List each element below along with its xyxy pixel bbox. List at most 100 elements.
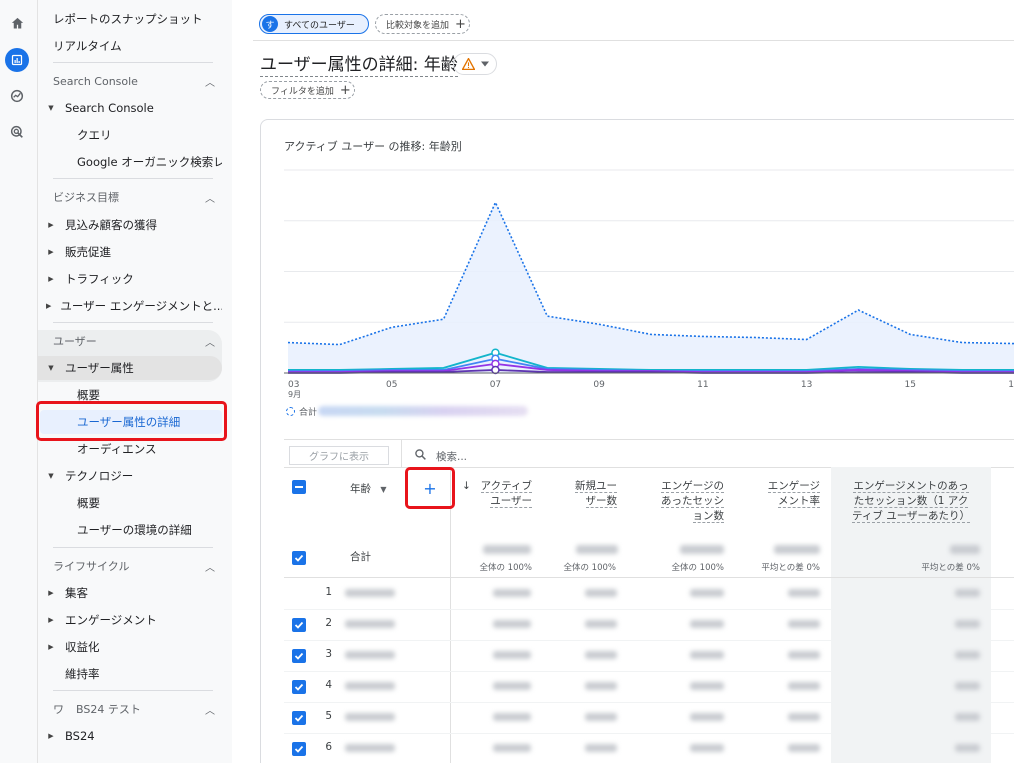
blurred-cell-value [788, 713, 820, 721]
nav-section-title: BS24 テスト [76, 703, 141, 716]
col-header-active-users[interactable]: ↓ アクティブ ユーザー [462, 479, 532, 509]
x-tick-label: 05 [386, 380, 397, 390]
blurred-cell-value [493, 620, 531, 628]
legend-blurred-entries [318, 406, 528, 416]
nav-item-tech-overview[interactable]: 概要 [38, 491, 222, 515]
dimension-header-label: 年齢 [350, 483, 371, 495]
blurred-cell-value [493, 589, 531, 597]
x-tick-label: 07 [490, 380, 501, 390]
app-root: レポートのスナップショット リアルタイム Search Console ︿ ▼ Se… [0, 0, 1014, 763]
nav-label: エンゲージメント [65, 613, 157, 627]
nav-item-traffic[interactable]: ▶ トラフィック [38, 267, 222, 291]
nav-section-title-wrap: ワ BS24 テスト [53, 701, 141, 717]
nav-item-search-console[interactable]: ▼ Search Console [38, 96, 222, 120]
total-row-checkbox[interactable] [292, 551, 306, 565]
nav-item-retention[interactable]: 維持率 [38, 662, 222, 686]
nav-section-lifecycle[interactable]: ライフサイクル ︿ [53, 555, 215, 577]
row-checkbox[interactable] [292, 618, 306, 632]
row-checkbox[interactable] [292, 680, 306, 694]
data-quality-button[interactable] [453, 53, 497, 75]
reports-icon[interactable] [5, 48, 29, 72]
legend-label-total: 合計 [299, 408, 318, 418]
col-header-line: アクティブ [480, 480, 532, 493]
nav-label: BS24 [65, 729, 95, 743]
blurred-cell-value [690, 651, 724, 659]
row-checkbox[interactable] [292, 649, 306, 663]
nav-label: 概要 [77, 388, 100, 402]
caret-down-icon: ▼ [48, 104, 54, 112]
col-header-line: たセッション数（1 アク [853, 495, 969, 508]
chevron-up-icon: ︿ [205, 337, 215, 349]
col-header-line: エンゲージ [767, 480, 820, 493]
plus-icon: + [339, 82, 351, 98]
segment-chip-all-users[interactable]: す すべてのユーザー [259, 14, 369, 34]
nav-item-leads[interactable]: ▶ 見込み顧客の獲得 [38, 213, 222, 237]
nav-label: レポートのスナップショット [53, 12, 203, 26]
nav-item-acquisition[interactable]: ▶ 集客 [38, 581, 222, 605]
total-subtext: 平均との差 0% [921, 563, 980, 573]
total-subtext: 全体の 100% [479, 563, 532, 573]
total-subtext: 平均との差 0% [761, 563, 820, 573]
blurred-cell-value [788, 744, 820, 752]
add-comparison-label: 比較対象を追加 [386, 20, 450, 31]
row-checkbox[interactable] [292, 711, 306, 725]
chart-legend: 合計 [286, 405, 317, 418]
nav-section-search-console[interactable]: Search Console ︿ [53, 70, 215, 92]
caret-right-icon: ▶ [48, 221, 54, 229]
col-header-engagement-rate[interactable]: エンゲージ メント率 [748, 479, 820, 509]
col-header-engaged-sessions[interactable]: エンゲージの あったセッシ ョン数 [640, 479, 724, 524]
col-header-new-users[interactable]: 新規ユー ザー数 [555, 479, 617, 509]
series-area-total [288, 202, 1014, 373]
nav-item-user-engagement[interactable]: ▶ ユーザー エンゲージメントと... [38, 294, 222, 318]
row-divider [284, 702, 1014, 703]
col-header-sessions-per-user[interactable]: エンゲージメントのあっ たセッション数（1 アク ティブ ユーザーあたり） [838, 479, 984, 524]
nav-realtime[interactable]: リアルタイム [38, 34, 222, 58]
nav-divider [53, 62, 213, 63]
nav-section-business-objectives[interactable]: ビジネス目標 ︿ [53, 186, 215, 208]
total-row-divider [284, 577, 1014, 578]
blurred-total-value [483, 545, 531, 554]
blurred-cell-value [585, 589, 617, 597]
x-tick-label: 11 [697, 380, 708, 390]
nav-section-bs24[interactable]: ワ BS24 テスト ︿ [53, 698, 215, 720]
select-all-checkbox[interactable] [292, 480, 306, 494]
plot-rows-button[interactable]: グラフに表示 [289, 446, 389, 465]
advertising-icon[interactable] [5, 120, 29, 144]
nav-label: テクノロジー [65, 469, 134, 483]
col-header-line: あったセッシ [661, 495, 724, 508]
add-comparison-button[interactable]: 比較対象を追加 + [375, 14, 470, 34]
nav-item-demographics[interactable]: ▼ ユーザー属性 [38, 356, 222, 380]
nav-item-technology[interactable]: ▼ テクノロジー [38, 464, 222, 488]
nav-item-tech-details[interactable]: ユーザーの環境の詳細 [38, 518, 222, 542]
nav-label: 集客 [65, 586, 88, 600]
add-dimension-button[interactable]: + [405, 467, 455, 509]
blurred-cell-value [690, 589, 724, 597]
col-header-line: ザー数 [585, 495, 617, 508]
chevron-up-icon: ︿ [205, 77, 215, 89]
nav-item-engagement[interactable]: ▶ エンゲージメント [38, 608, 222, 632]
nav-item-queries[interactable]: クエリ [38, 123, 222, 147]
home-icon[interactable] [5, 11, 29, 35]
chart-title: アクティブ ユーザー の推移: 年齢別 [284, 140, 462, 153]
nav-item-sales[interactable]: ▶ 販売促進 [38, 240, 222, 264]
nav-item-organic-search[interactable]: Google オーガニック検索レ... [38, 150, 222, 174]
nav-item-audiences[interactable]: オーディエンス [38, 437, 222, 461]
table-search-input[interactable]: 検索... [436, 449, 467, 464]
dimension-header-age[interactable]: 年齢 ▼ [350, 482, 387, 497]
row-index: 3 [325, 648, 332, 660]
nav-item-bs24[interactable]: ▶ BS24 [38, 724, 222, 748]
add-filter-button[interactable]: フィルタを追加 + [260, 81, 355, 99]
row-index: 5 [325, 710, 332, 722]
row-divider [284, 609, 1014, 610]
nav-item-demographics-details[interactable]: ユーザー属性の詳細 [40, 410, 222, 434]
row-index: 4 [325, 679, 332, 691]
nav-section-user[interactable]: ユーザー ︿ [53, 330, 215, 352]
nav-item-monetization[interactable]: ▶ 収益化 [38, 635, 222, 659]
nav-item-demographics-overview[interactable]: 概要 [38, 383, 222, 407]
nav-report-snapshot[interactable]: レポートのスナップショット [38, 7, 222, 31]
col-header-line: メント率 [778, 495, 820, 508]
row-checkbox[interactable] [292, 742, 306, 756]
x-tick-label: 17 [1008, 380, 1014, 390]
explore-icon[interactable] [5, 84, 29, 108]
nav-label: ユーザー属性の詳細 [77, 415, 181, 429]
